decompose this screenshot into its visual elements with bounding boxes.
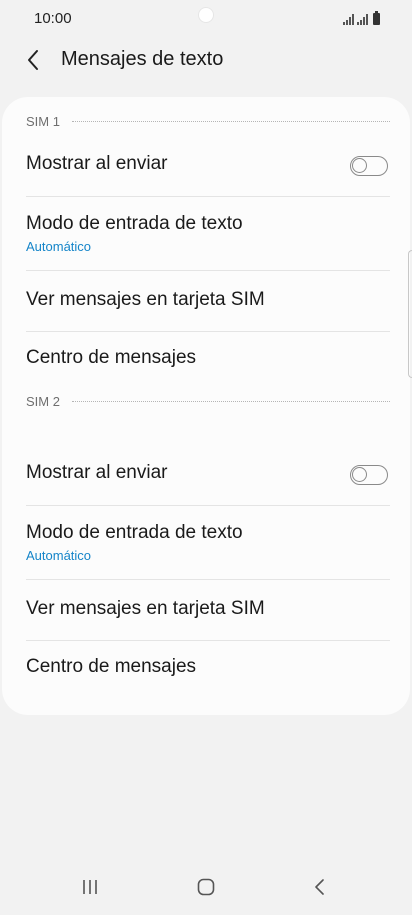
row-subtitle: Automático	[26, 548, 92, 563]
toggle-knob	[352, 467, 367, 482]
message-center-row-sim2[interactable]: Centro de mensajes	[26, 656, 390, 678]
recent-apps-button[interactable]	[70, 873, 110, 901]
section-label: SIM 2	[26, 393, 60, 409]
signal-sim1-icon	[343, 13, 354, 25]
divider	[26, 270, 390, 271]
scroll-indicator[interactable]	[408, 250, 412, 378]
divider	[26, 505, 390, 506]
text-input-mode-row-sim2[interactable]: Modo de entrada de texto Automático	[26, 522, 390, 563]
header: Mensajes de texto	[0, 40, 412, 80]
show-on-send-toggle-sim2[interactable]	[350, 465, 388, 485]
show-on-send-row-sim1[interactable]: Mostrar al enviar	[26, 153, 390, 177]
screen: 10:00 Mensajes de texto SIM 1 Mostrar al…	[0, 0, 412, 915]
divider	[26, 640, 390, 641]
chevron-left-icon	[28, 50, 38, 70]
view-sim-messages-row-sim1[interactable]: Ver mensajes en tarjeta SIM	[26, 289, 390, 311]
row-title: Mostrar al enviar	[26, 462, 168, 483]
text-input-mode-row-sim1[interactable]: Modo de entrada de texto Automático	[26, 213, 390, 254]
divider	[26, 579, 390, 580]
home-button[interactable]	[186, 873, 226, 901]
section-divider	[71, 400, 390, 402]
section-label: SIM 1	[26, 113, 60, 129]
camera-cutout	[199, 8, 213, 22]
divider	[26, 331, 390, 332]
row-title: Modo de entrada de texto	[26, 213, 243, 234]
view-sim-messages-row-sim2[interactable]: Ver mensajes en tarjeta SIM	[26, 598, 390, 620]
row-title: Centro de mensajes	[26, 656, 197, 677]
divider	[26, 196, 390, 197]
row-title: Modo de entrada de texto	[26, 522, 243, 543]
settings-card: SIM 1 Mostrar al enviar Modo de entrada …	[2, 97, 410, 715]
row-subtitle: Automático	[26, 239, 92, 254]
back-button[interactable]	[20, 46, 48, 74]
back-icon	[315, 879, 324, 895]
row-title: Ver mensajes en tarjeta SIM	[26, 289, 265, 310]
message-center-row-sim1[interactable]: Centro de mensajes	[26, 347, 390, 369]
status-icons	[343, 11, 380, 25]
home-icon	[197, 878, 215, 896]
show-on-send-toggle-sim1[interactable]	[350, 156, 388, 176]
back-nav-button[interactable]	[300, 873, 340, 901]
row-title: Ver mensajes en tarjeta SIM	[26, 598, 265, 619]
section-divider	[71, 120, 390, 122]
toggle-knob	[352, 158, 367, 173]
section-header-sim2: SIM 2	[26, 391, 390, 411]
status-time: 10:00	[34, 10, 72, 27]
battery-icon	[373, 11, 380, 25]
row-title: Centro de mensajes	[26, 347, 197, 368]
nav-bar	[0, 859, 412, 915]
row-title: Mostrar al enviar	[26, 153, 168, 174]
section-header-sim1: SIM 1	[26, 111, 390, 131]
show-on-send-row-sim2[interactable]: Mostrar al enviar	[26, 462, 390, 486]
signal-sim2-icon	[357, 13, 368, 25]
page-title: Mensajes de texto	[61, 48, 224, 70]
status-bar: 10:00	[0, 0, 412, 36]
recent-apps-icon	[83, 880, 97, 894]
